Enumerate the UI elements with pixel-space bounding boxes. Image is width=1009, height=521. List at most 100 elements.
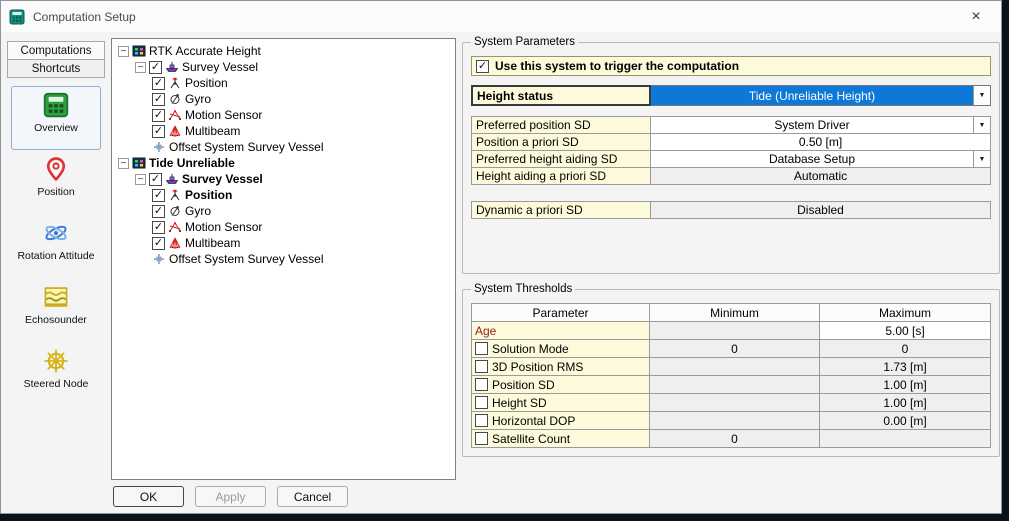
threshold-label: 3D Position RMS (492, 360, 583, 374)
position-pin-icon (43, 156, 69, 182)
thresholds-table-body: Age5.00 [s]Solution Mode003D Position RM… (472, 322, 991, 448)
tree-item-offset-system-survey-vessel[interactable]: Offset System Survey Vessel (114, 251, 453, 267)
tree-checkbox[interactable] (152, 93, 165, 106)
threshold-checkbox[interactable] (475, 342, 488, 355)
param-readonly-height-aiding-a-priori-sd: Automatic (651, 167, 991, 185)
threshold-label: Horizontal DOP (492, 414, 575, 428)
param-row-preferred-position-sd: Preferred position SDSystem Driver (471, 116, 991, 134)
close-icon[interactable] (959, 1, 993, 32)
height-status-dropdown[interactable]: Tide (Unreliable Height) (651, 85, 991, 106)
tree-checkbox[interactable] (152, 125, 165, 138)
gyro-icon (168, 204, 182, 218)
tree-item-label: Position (185, 188, 232, 202)
expander-icon[interactable] (118, 46, 129, 57)
param-edit-position-a-priori-sd[interactable]: 0.50 [m] (651, 133, 991, 151)
threshold-checkbox[interactable] (475, 414, 488, 427)
rotation-icon (43, 220, 69, 246)
param-value: System Driver (651, 117, 973, 133)
param-readonly-dynamic-a-priori-sd: Disabled (651, 201, 991, 219)
sidebar-item-echosounder[interactable]: Echosounder (11, 278, 101, 342)
ok-button[interactable]: OK (113, 486, 184, 507)
expander-icon[interactable] (135, 62, 146, 73)
tree-item-gyro[interactable]: Gyro (114, 203, 453, 219)
tab-computations[interactable]: Computations (7, 41, 105, 60)
trigger-checkbox[interactable] (476, 60, 489, 73)
threshold-min-cell: 0 (650, 430, 820, 448)
threshold-checkbox[interactable] (475, 396, 488, 409)
cancel-button[interactable]: Cancel (277, 486, 348, 507)
sidebar-item-label: Overview (34, 122, 78, 134)
tree-checkbox[interactable] (149, 173, 162, 186)
tree-item-label: Gyro (185, 92, 211, 106)
param-label: Preferred position SD (471, 116, 651, 134)
column-header-parameter: Parameter (472, 304, 650, 322)
threshold-max-cell[interactable]: 5.00 [s] (820, 322, 991, 340)
tree-checkbox[interactable] (152, 77, 165, 90)
tab-shortcuts[interactable]: Shortcuts (7, 59, 105, 78)
tree-item-tide-unreliable[interactable]: Tide Unreliable (114, 155, 453, 171)
tree-item-motion-sensor[interactable]: Motion Sensor (114, 107, 453, 123)
offset-icon (152, 252, 166, 266)
computation-tree[interactable]: RTK Accurate HeightSurvey VesselPosition… (111, 38, 456, 480)
tree-item-position[interactable]: Position (114, 75, 453, 91)
tree-checkbox[interactable] (152, 189, 165, 202)
tree-checkbox[interactable] (152, 109, 165, 122)
height-status-row: Height status Tide (Unreliable Height) (471, 85, 991, 106)
tree-item-survey-vessel[interactable]: Survey Vessel (114, 59, 453, 75)
tree-item-label: Motion Sensor (185, 220, 262, 234)
sidebar-items: Overview PositionRotation AttitudeEchosou… (5, 86, 107, 406)
threshold-checkbox[interactable] (475, 360, 488, 373)
system-thresholds-group: System Thresholds Parameter Minimum Maxi… (462, 283, 1000, 457)
tree-item-multibeam[interactable]: Multibeam (114, 123, 453, 139)
tree-item-rtk-accurate-height[interactable]: RTK Accurate Height (114, 43, 453, 59)
expander-icon[interactable] (118, 158, 129, 169)
dynamic-row-wrap: Dynamic a priori SDDisabled (471, 201, 991, 219)
sidebar-item-steered-node[interactable]: Steered Node (11, 342, 101, 406)
expander-icon[interactable] (135, 174, 146, 185)
threshold-label: Age (475, 324, 496, 338)
sidebar-item-position[interactable]: Position (11, 150, 101, 214)
tree-item-label: Survey Vessel (182, 172, 263, 186)
sidebar-item-rotation-attitude[interactable]: Rotation Attitude (11, 214, 101, 278)
computation-setup-window: Computation Setup ComputationsShortcuts … (0, 0, 1002, 514)
param-value: 0.50 [m] (651, 134, 990, 150)
thresholds-header-row: Parameter Minimum Maximum (472, 304, 991, 322)
param-row-preferred-height-aiding-sd: Preferred height aiding SDDatabase Setup (471, 150, 991, 168)
tree-checkbox[interactable] (152, 205, 165, 218)
multibeam-icon (168, 124, 182, 138)
apply-button[interactable]: Apply (195, 486, 266, 507)
tree-checkbox[interactable] (152, 237, 165, 250)
threshold-checkbox[interactable] (475, 432, 488, 445)
threshold-min-cell (650, 322, 820, 340)
param-row-height-aiding-a-priori-sd: Height aiding a priori SDAutomatic (471, 167, 991, 185)
dialog-body: ComputationsShortcuts OverviewPositionRo… (1, 32, 1001, 513)
sidebar-item-overview[interactable]: Overview (11, 86, 101, 150)
tree-item-label: Multibeam (185, 236, 240, 250)
titlebar: Computation Setup (1, 1, 1001, 32)
tree-checkbox[interactable] (152, 221, 165, 234)
threshold-max-cell: 0.00 [m] (820, 412, 991, 430)
tree-item-gyro[interactable]: Gyro (114, 91, 453, 107)
tree-checkbox[interactable] (149, 61, 162, 74)
param-dropdown-preferred-position-sd[interactable]: System Driver (651, 116, 991, 134)
chevron-down-icon[interactable] (973, 86, 990, 105)
trigger-computation-row[interactable]: Use this system to trigger the computati… (471, 56, 991, 76)
position-node-icon (168, 76, 182, 90)
param-dropdown-preferred-height-aiding-sd[interactable]: Database Setup (651, 150, 991, 168)
tree-item-multibeam[interactable]: Multibeam (114, 235, 453, 251)
threshold-parameter-cell: Satellite Count (472, 430, 650, 448)
tree-item-survey-vessel[interactable]: Survey Vessel (114, 171, 453, 187)
chevron-down-icon[interactable] (973, 117, 990, 133)
tree-item-motion-sensor[interactable]: Motion Sensor (114, 219, 453, 235)
tree-item-label: Position (185, 76, 228, 90)
threshold-row-age: Age 5.00 [s] (472, 322, 991, 340)
threshold-label: Solution Mode (492, 342, 569, 356)
threshold-max-cell (820, 430, 991, 448)
tree-item-position[interactable]: Position (114, 187, 453, 203)
chevron-down-icon[interactable] (973, 151, 990, 167)
param-row-dynamic-a-priori-sd: Dynamic a priori SDDisabled (471, 201, 991, 219)
threshold-min-cell (650, 376, 820, 394)
tree-item-offset-system-survey-vessel[interactable]: Offset System Survey Vessel (114, 139, 453, 155)
threshold-checkbox[interactable] (475, 378, 488, 391)
threshold-parameter-cell: Age (472, 322, 650, 340)
